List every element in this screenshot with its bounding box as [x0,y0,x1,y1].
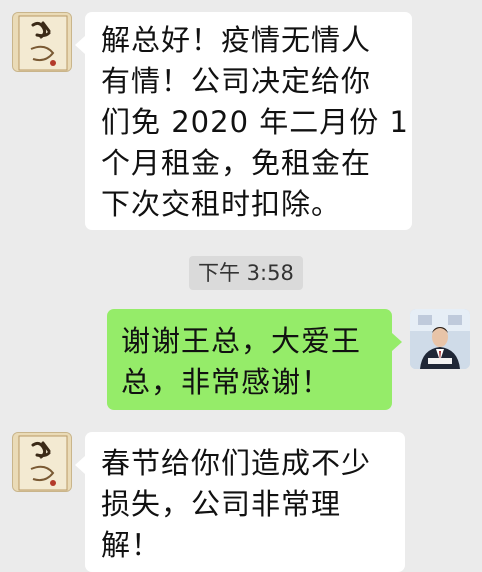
message-bubble-incoming[interactable]: 春节给你们造成不少 损失，公司非常理 解！ [75,432,405,572]
calligraphy-scroll-icon [13,13,71,71]
message-bubble-outgoing[interactable]: 谢谢王总，大爱王 总，非常感谢！ [107,309,402,410]
user-avatar[interactable] [410,309,470,369]
person-photo-icon [410,309,470,369]
contact-avatar[interactable] [12,432,72,492]
contact-avatar[interactable] [12,12,72,72]
calligraphy-scroll-icon [13,433,71,491]
message-bubble-incoming[interactable]: 解总好！疫情无情人 有情！公司决定给你 们免 2020 年二月份 1 个月租金，… [75,12,412,230]
chat-view: 解总好！疫情无情人 有情！公司决定给你 们免 2020 年二月份 1 个月租金，… [0,0,482,572]
message-timestamp: 下午 3:58 [189,256,303,290]
